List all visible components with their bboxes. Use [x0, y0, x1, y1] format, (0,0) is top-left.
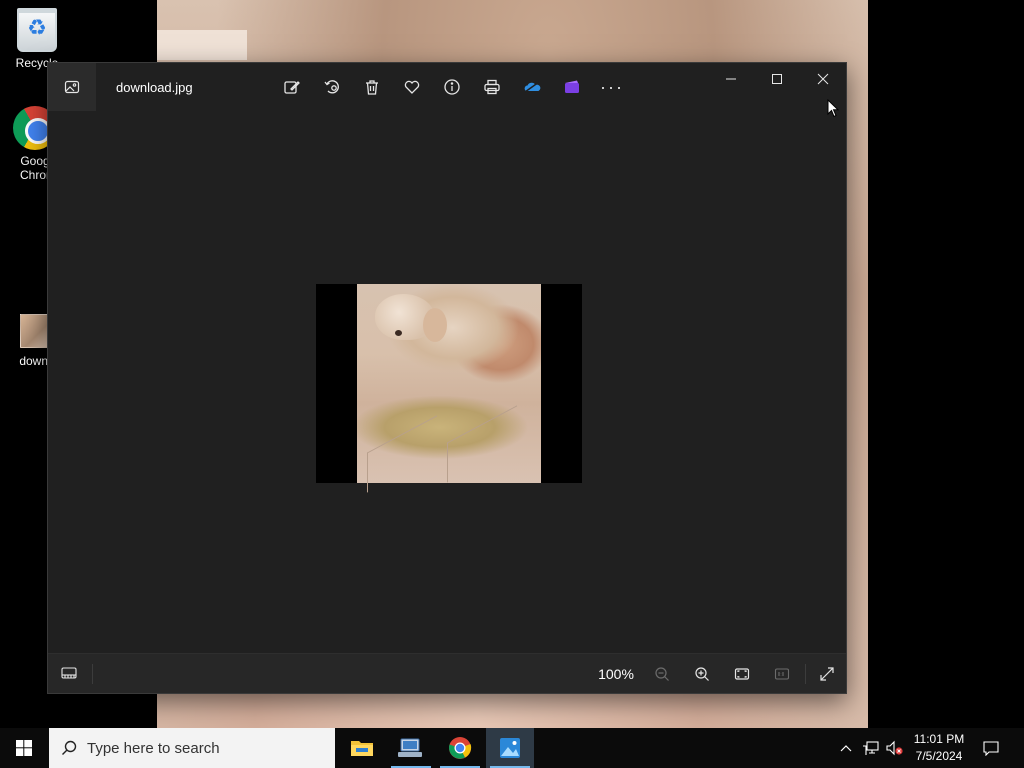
close-button[interactable] — [800, 63, 846, 95]
zoom-out-button[interactable] — [646, 658, 678, 690]
chrome-icon — [449, 737, 472, 759]
full-screen-icon — [820, 667, 834, 681]
favorite-button[interactable] — [392, 71, 432, 103]
search-icon — [62, 740, 77, 755]
zoom-in-button[interactable] — [686, 658, 718, 690]
actual-size-icon — [774, 668, 790, 680]
onedrive-icon — [524, 81, 541, 93]
dog-nose — [395, 330, 402, 336]
dog-ear — [423, 308, 447, 342]
clipchamp-button[interactable] — [552, 71, 592, 103]
show-hidden-icons-button[interactable] — [836, 728, 856, 768]
network-tray-button[interactable] — [860, 728, 882, 768]
zoom-level[interactable]: 100% — [590, 666, 642, 682]
clock-time: 11:01 PM — [913, 732, 965, 746]
rotate-button[interactable] — [312, 71, 352, 103]
recycle-bin-icon — [17, 8, 57, 52]
onedrive-button[interactable] — [512, 71, 552, 103]
bottom-bar: 100% — [48, 653, 846, 693]
volume-muted-icon — [886, 740, 903, 756]
photos-app-icon — [64, 80, 80, 94]
fit-to-window-icon — [734, 668, 750, 680]
taskbar-network-tool[interactable] — [387, 728, 435, 768]
image-file-icon — [20, 314, 50, 348]
start-button[interactable] — [0, 728, 48, 768]
system-clock[interactable]: 11:01 PM 7/5/2024 — [906, 731, 972, 765]
info-icon — [444, 79, 460, 95]
clock-date: 7/5/2024 — [915, 749, 963, 763]
filmstrip-icon — [61, 667, 77, 679]
minimize-button[interactable] — [708, 63, 754, 95]
info-button[interactable] — [432, 71, 472, 103]
zoom-in-icon — [695, 667, 709, 681]
image-canvas[interactable] — [316, 284, 582, 493]
edit-create-button[interactable] — [272, 71, 312, 103]
folder-icon — [351, 741, 373, 756]
wallpaper-detail — [157, 30, 247, 60]
maximize-button[interactable] — [754, 63, 800, 95]
network-computer-icon — [398, 738, 422, 757]
more-icon: ··· — [600, 77, 624, 97]
photos-app-button[interactable] — [48, 63, 96, 111]
heart-icon — [404, 80, 420, 94]
notification-icon — [983, 741, 999, 756]
edit-create-icon — [284, 81, 300, 94]
photos-window: download.jpg ··· 100% — [47, 62, 847, 694]
zoom-out-icon — [655, 667, 669, 681]
taskbar-file-explorer[interactable] — [338, 728, 386, 768]
more-button[interactable]: ··· — [592, 71, 632, 103]
network-icon — [863, 741, 879, 755]
divider — [92, 664, 93, 684]
volume-tray-button[interactable] — [884, 728, 906, 768]
desktop-icon-recycle-bin[interactable]: Recycle — [2, 8, 72, 70]
filmstrip-button[interactable] — [54, 658, 84, 688]
caption-buttons — [708, 63, 846, 95]
chevron-up-icon — [840, 745, 852, 752]
search-input[interactable] — [87, 739, 327, 757]
fit-to-window-button[interactable] — [726, 658, 758, 690]
taskbar-photos[interactable] — [486, 728, 534, 768]
photos-icon — [500, 738, 520, 758]
minimize-icon — [726, 78, 736, 80]
divider — [805, 664, 806, 684]
toolbar: ··· — [272, 71, 632, 103]
delete-button[interactable] — [352, 71, 392, 103]
print-button[interactable] — [472, 71, 512, 103]
action-center-button[interactable] — [978, 728, 1004, 768]
dog-head — [375, 294, 447, 342]
maximize-icon — [772, 74, 782, 84]
trash-icon — [366, 80, 378, 95]
rotate-icon — [324, 80, 339, 94]
taskbar-search[interactable] — [49, 728, 335, 768]
close-icon — [817, 73, 829, 85]
dog-photo — [357, 284, 541, 493]
title-bar[interactable]: download.jpg ··· — [48, 63, 846, 111]
mouse-cursor-icon — [827, 99, 839, 118]
full-screen-button[interactable] — [811, 658, 843, 690]
taskbar-chrome[interactable] — [436, 728, 484, 768]
actual-size-button[interactable] — [766, 658, 798, 690]
floor-tile — [367, 415, 437, 493]
printer-icon — [484, 79, 500, 95]
windows-logo-icon — [16, 740, 32, 756]
floor-tile — [447, 405, 517, 483]
window-title: download.jpg — [116, 80, 193, 95]
clipchamp-icon — [565, 80, 579, 93]
taskbar: 11:01 PM 7/5/2024 — [0, 728, 1024, 768]
